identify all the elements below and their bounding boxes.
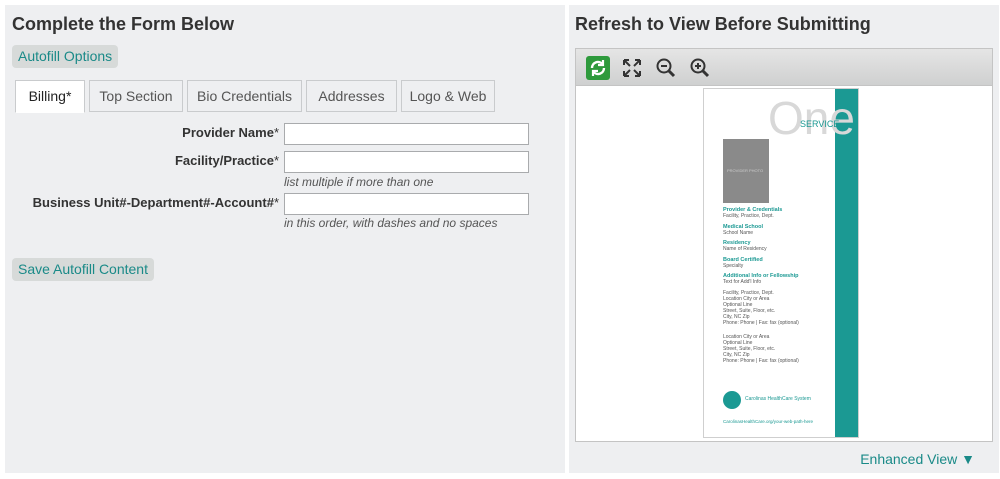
- provider-name-label: Provider Name*: [105, 125, 279, 140]
- doc-section-text: Specialty: [723, 263, 744, 269]
- preview-toolbar: [575, 48, 993, 86]
- business-unit-input[interactable]: [284, 193, 529, 215]
- doc-section-text: Text for Add'l Info: [723, 279, 762, 285]
- form-panel: Complete the Form Below Autofill Options…: [5, 5, 565, 473]
- tab-addresses[interactable]: Addresses: [306, 80, 397, 112]
- business-unit-hint: in this order, with dashes and no spaces: [284, 216, 498, 230]
- provider-name-label-text: Provider Name: [182, 125, 274, 140]
- document-page: One SERVICE PROVIDER PHOTO Provider & Cr…: [703, 88, 859, 438]
- provider-name-input[interactable]: [284, 123, 529, 145]
- tab-top-section[interactable]: Top Section: [89, 80, 183, 112]
- required-marker: *: [273, 195, 279, 210]
- tab-billing[interactable]: Billing*: [15, 80, 85, 113]
- doc-section-text: School Name: [723, 230, 754, 236]
- big-word: One: [768, 92, 855, 144]
- page: Complete the Form Below Autofill Options…: [0, 0, 1000, 479]
- zoom-in-icon[interactable]: [688, 56, 712, 80]
- doc-section-text: Name of Residency: [723, 246, 767, 252]
- business-unit-label-text: Business Unit#-Department#-Account#: [32, 195, 274, 210]
- facility-input[interactable]: [284, 151, 529, 173]
- address-line: Phone: Phone | Fax: fax (optional): [723, 320, 799, 326]
- doc-section-text: Facility, Practice, Dept.: [723, 213, 774, 219]
- facility-label-text: Facility/Practice: [174, 153, 274, 168]
- facility-label: Facility/Practice*: [105, 153, 279, 168]
- preview-title: Refresh to View Before Submitting: [575, 14, 871, 34]
- document-preview[interactable]: One SERVICE PROVIDER PHOTO Provider & Cr…: [575, 85, 993, 442]
- photo-label: PROVIDER PHOTO: [727, 168, 764, 173]
- zoom-out-icon[interactable]: [654, 56, 678, 80]
- enhanced-view-link[interactable]: Enhanced View ▼: [860, 451, 975, 467]
- chs-logo-icon: [723, 391, 741, 409]
- autofill-options-button[interactable]: Autofill Options: [12, 45, 119, 68]
- tab-logo-web[interactable]: Logo & Web: [401, 80, 495, 112]
- address-line: Phone: Phone | Fax: fax (optional): [723, 358, 799, 364]
- required-marker: *: [273, 153, 279, 168]
- logo-text: Carolinas HealthCare System: [745, 396, 811, 402]
- facility-hint: list multiple if more than one: [284, 175, 434, 189]
- preview-panel: Refresh to View Before Submitting One SE…: [569, 5, 999, 473]
- form-title: Complete the Form Below: [12, 14, 235, 34]
- required-marker: *: [273, 125, 279, 140]
- business-unit-label: Business Unit#-Department#-Account#*: [15, 195, 279, 210]
- fullscreen-icon[interactable]: [620, 56, 644, 80]
- service-label: SERVICE: [800, 119, 840, 129]
- save-autofill-button[interactable]: Save Autofill Content: [12, 258, 154, 281]
- refresh-icon[interactable]: [586, 56, 610, 80]
- tab-bio-credentials[interactable]: Bio Credentials: [187, 80, 302, 112]
- provider-photo: PROVIDER PHOTO: [723, 139, 769, 203]
- web-url: CarolinasHealthCare.org/your-web-path-he…: [723, 419, 814, 424]
